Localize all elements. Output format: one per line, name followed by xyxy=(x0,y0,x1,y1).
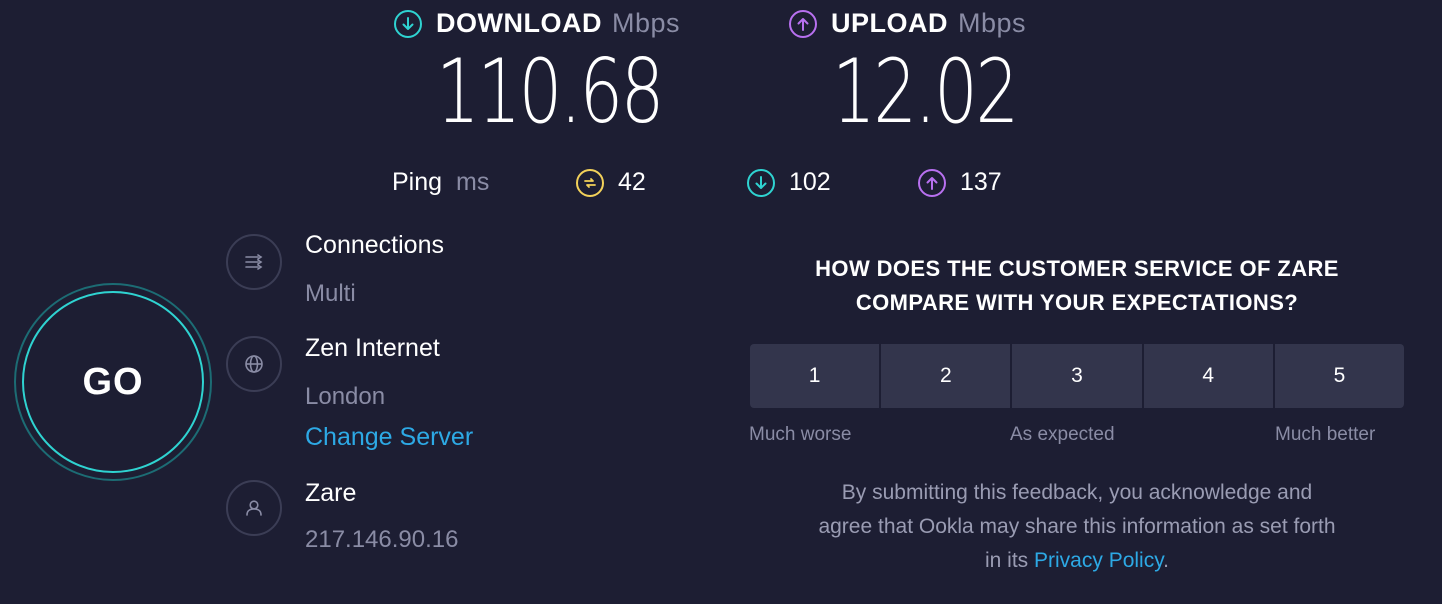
survey-question-line2: COMPARE WITH YOUR EXPECTATIONS? xyxy=(855,290,1299,315)
connections-value: Multi xyxy=(305,280,356,307)
ping-upload: 137 xyxy=(918,168,1002,197)
upload-unit: Mbps xyxy=(958,8,1027,38)
upload-speed-value: 12.02 xyxy=(832,40,1019,143)
scale-label-high: Much better xyxy=(1275,424,1376,445)
ping-label: Ping xyxy=(392,168,443,196)
ping-unit: ms xyxy=(456,168,490,196)
survey-question: HOW DOES THE CUSTOMER SERVICE OF ZARE CO… xyxy=(740,252,1414,320)
ping-download: 102 xyxy=(747,168,831,197)
ping-idle-value: 42 xyxy=(618,168,646,196)
rating-button-3[interactable]: 3 xyxy=(1012,344,1142,408)
arrow-up-circle-icon xyxy=(789,9,817,38)
change-server-link[interactable]: Change Server xyxy=(305,423,473,452)
server-name: Zen Internet xyxy=(305,334,440,362)
survey-question-line1: HOW DOES THE CUSTOMER SERVICE OF ZARE xyxy=(815,256,1339,281)
connections-icon xyxy=(226,234,282,290)
rating-button-2[interactable]: 2 xyxy=(881,344,1011,408)
upload-title: UPLOAD xyxy=(831,8,948,38)
feedback-disclaimer: By submitting this feedback, you acknowl… xyxy=(740,476,1414,578)
globe-icon xyxy=(226,336,282,392)
scale-label-low: Much worse xyxy=(749,424,852,445)
ping-upload-value: 137 xyxy=(960,168,1002,196)
privacy-policy-link[interactable]: Privacy Policy xyxy=(1034,549,1163,572)
connections-title: Connections xyxy=(305,231,444,259)
rating-buttons: 1 2 3 4 5 xyxy=(750,344,1405,408)
user-icon xyxy=(226,480,282,536)
go-button-label: GO xyxy=(22,291,204,473)
upload-header: UPLOAD Mbps xyxy=(789,8,1026,39)
disclaimer-line2: agree that Ookla may share this informat… xyxy=(818,515,1336,538)
ping-idle: 42 xyxy=(576,168,646,197)
download-speed-value: 110.68 xyxy=(436,40,664,143)
disclaimer-line3-suffix: . xyxy=(1163,549,1169,572)
download-title: DOWNLOAD xyxy=(436,8,602,38)
ping-download-icon xyxy=(747,168,775,197)
rating-button-5[interactable]: 5 xyxy=(1274,344,1405,408)
scale-label-mid: As expected xyxy=(1010,424,1115,445)
download-unit: Mbps xyxy=(611,8,681,38)
disclaimer-line3-prefix: in its xyxy=(984,549,1029,572)
go-button[interactable]: GO xyxy=(14,283,212,481)
download-header: DOWNLOAD Mbps xyxy=(394,8,680,39)
rating-button-4[interactable]: 4 xyxy=(1143,344,1273,408)
disclaimer-line3: in its Privacy Policy. xyxy=(740,544,1414,578)
ping-label-group: Ping ms xyxy=(392,168,489,197)
provider-ip: 217.146.90.16 xyxy=(305,526,459,553)
rating-button-1[interactable]: 1 xyxy=(750,344,880,408)
provider-name: Zare xyxy=(305,479,357,507)
arrow-down-circle-icon xyxy=(394,9,422,38)
ping-upload-icon xyxy=(918,168,946,197)
ping-download-value: 102 xyxy=(789,168,831,196)
server-location: London xyxy=(305,383,386,410)
ping-idle-icon xyxy=(576,168,604,197)
disclaimer-line1: By submitting this feedback, you acknowl… xyxy=(841,481,1313,504)
